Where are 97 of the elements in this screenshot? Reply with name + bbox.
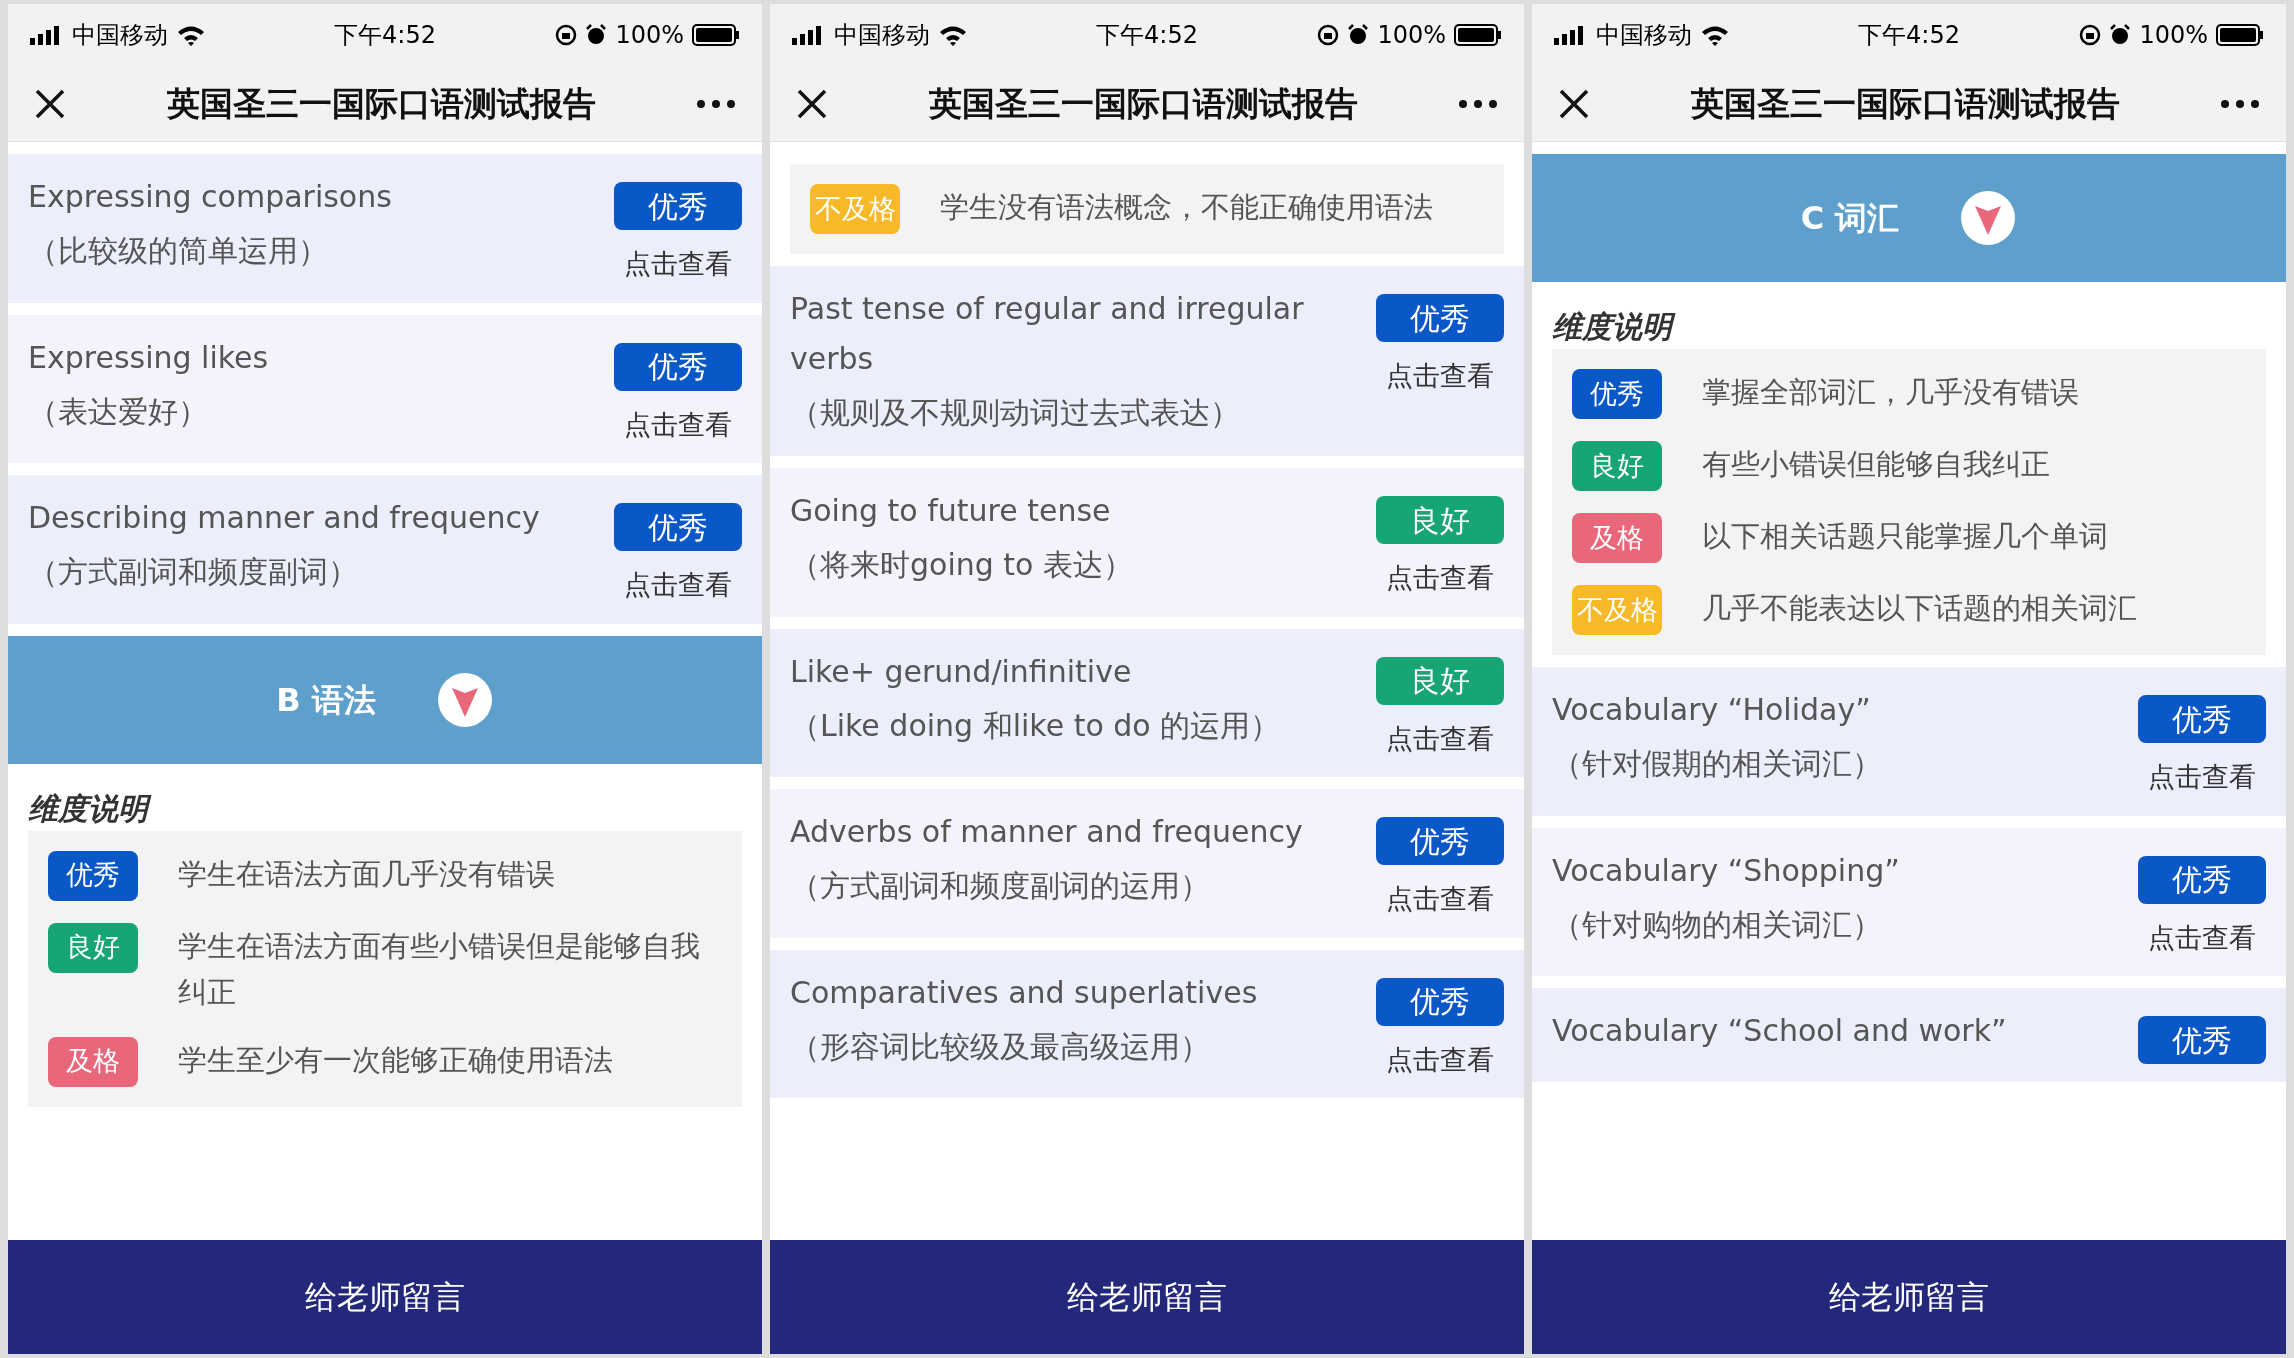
- battery-text: 100%: [615, 20, 684, 51]
- grade-badge: 及格: [48, 1036, 138, 1087]
- item-title: Vocabulary “Shopping”: [1552, 851, 1901, 890]
- legend-description: 学生在语法方面有些小错误但是能够自我纠正: [178, 927, 701, 1011]
- legend-description: 几乎不能表达以下话题的相关词汇: [1702, 590, 2138, 627]
- legend-description: 学生没有语法概念，不能正确使用语法: [940, 189, 1434, 226]
- wifi-icon: [176, 24, 206, 46]
- chevron-down-icon[interactable]: [435, 670, 494, 729]
- item-title: Expressing likes: [28, 338, 270, 377]
- view-link[interactable]: 点击查看: [624, 565, 732, 606]
- page-title: 英国圣三一国际口语测试报告: [1689, 82, 2121, 125]
- alarm-icon: [1347, 24, 1370, 46]
- grade-badge: 良好: [48, 922, 138, 973]
- carrier-text: 中国移动: [72, 20, 168, 51]
- battery-text: 100%: [2139, 20, 2208, 51]
- item-subtitle: （形容词比较级及最高级运用）: [790, 1027, 1211, 1066]
- clock-text: 下午4:52: [333, 20, 437, 51]
- message-teacher-button[interactable]: 给老师留言: [1532, 1240, 2286, 1354]
- item-title: Going to future tense: [790, 492, 1112, 530]
- grade-badge: 及格: [1572, 513, 1662, 563]
- view-link[interactable]: 点击查看: [624, 244, 732, 285]
- more-icon[interactable]: [2220, 98, 2260, 109]
- grade-badge: 不及格: [1572, 585, 1662, 635]
- alarm-icon: [2109, 24, 2132, 46]
- item-title: Vocabulary “School and work”: [1552, 1012, 2008, 1050]
- section-title: B 语法: [276, 679, 376, 721]
- view-link[interactable]: 点击查看: [624, 404, 732, 445]
- item-subtitle: （Like doing 和like to do 的运用）: [790, 706, 1282, 745]
- view-link[interactable]: 点击查看: [1386, 558, 1494, 599]
- item-title: Like+ gerund/infinitive: [790, 652, 1133, 691]
- view-link[interactable]: 点击查看: [1386, 356, 1494, 397]
- legend-description: 学生至少有一次能够正确使用语法: [178, 1041, 614, 1079]
- item-subtitle: （将来时going to 表达）: [790, 546, 1134, 584]
- item-subtitle: （方式副词和频度副词）: [28, 553, 359, 591]
- grade-badge: 优秀: [1376, 817, 1504, 865]
- legend-heading: 维度说明: [1552, 304, 2266, 349]
- legend-heading: 维度说明: [28, 785, 742, 831]
- item-title: Vocabulary “Holiday”: [1552, 691, 1872, 729]
- item-title: Past tense of regular and irregular verbs: [790, 290, 1305, 378]
- page-title: 英国圣三一国际口语测试报告: [927, 82, 1359, 125]
- view-link[interactable]: 点击查看: [2148, 757, 2256, 798]
- wifi-icon: [1700, 24, 1730, 46]
- item-subtitle: （针对假期的相关词汇）: [1552, 745, 1883, 783]
- grade-badge: 优秀: [48, 850, 138, 901]
- grade-badge: 优秀: [2138, 1016, 2266, 1064]
- grade-badge: 优秀: [614, 182, 742, 230]
- battery-icon: [1454, 24, 1502, 46]
- grade-badge: 不及格: [810, 184, 900, 234]
- item-title: Describing manner and frequency: [28, 499, 541, 537]
- item-subtitle: （比较级的简单运用）: [28, 232, 329, 270]
- more-icon[interactable]: [696, 98, 736, 109]
- legend-description: 学生在语法方面几乎没有错误: [178, 855, 556, 893]
- section-title: C 词汇: [1800, 198, 1900, 239]
- item-title: Comparatives and superlatives: [790, 973, 1259, 1012]
- rotation-lock-icon: [555, 24, 578, 46]
- rotation-lock-icon: [1317, 24, 1340, 46]
- grade-badge: 优秀: [1376, 294, 1504, 342]
- item-title: Expressing comparisons: [28, 178, 393, 216]
- alarm-icon: [585, 24, 608, 46]
- legend-description: 掌握全部词汇，几乎没有错误: [1702, 374, 2080, 411]
- battery-icon: [692, 24, 740, 46]
- carrier-text: 中国移动: [1596, 20, 1692, 51]
- item-subtitle: （方式副词和频度副词的运用）: [790, 867, 1211, 905]
- grade-badge: 良好: [1572, 441, 1662, 491]
- close-icon[interactable]: [34, 87, 66, 120]
- item-subtitle: （表达爱好）: [28, 392, 209, 431]
- grade-badge: 优秀: [614, 342, 742, 391]
- grade-badge: 良好: [1376, 496, 1504, 544]
- message-teacher-button[interactable]: 给老师留言: [770, 1240, 1524, 1354]
- grade-badge: 优秀: [2138, 695, 2266, 743]
- view-link[interactable]: 点击查看: [1386, 879, 1494, 920]
- close-icon[interactable]: [1558, 87, 1590, 120]
- page-title: 英国圣三一国际口语测试报告: [165, 82, 597, 125]
- carrier-text: 中国移动: [834, 20, 930, 51]
- item-title: Adverbs of manner and frequency: [790, 813, 1304, 851]
- item-subtitle: （针对购物的相关词汇）: [1552, 905, 1883, 944]
- wifi-icon: [938, 24, 968, 46]
- clock-text: 下午4:52: [1095, 20, 1199, 51]
- legend-description: 以下相关话题只能掌握几个单词: [1702, 518, 2109, 555]
- grade-badge: 优秀: [1376, 977, 1504, 1026]
- grade-badge: 优秀: [2138, 855, 2266, 904]
- view-link[interactable]: 点击查看: [1386, 1039, 1494, 1080]
- battery-icon: [2216, 24, 2264, 46]
- grade-badge: 优秀: [1572, 369, 1662, 419]
- close-icon[interactable]: [796, 87, 828, 120]
- item-subtitle: （规则及不规则动词过去式表达）: [790, 394, 1241, 432]
- chevron-down-icon[interactable]: [1959, 189, 2018, 247]
- grade-badge: 优秀: [614, 503, 742, 551]
- clock-text: 下午4:52: [1857, 20, 1961, 51]
- view-link[interactable]: 点击查看: [1386, 718, 1494, 759]
- rotation-lock-icon: [2079, 24, 2102, 46]
- view-link[interactable]: 点击查看: [2148, 917, 2256, 958]
- legend-description: 有些小错误但能够自我纠正: [1702, 446, 2051, 483]
- message-teacher-button[interactable]: 给老师留言: [8, 1240, 762, 1354]
- more-icon[interactable]: [1458, 98, 1498, 109]
- battery-text: 100%: [1377, 20, 1446, 51]
- grade-badge: 良好: [1376, 656, 1504, 705]
